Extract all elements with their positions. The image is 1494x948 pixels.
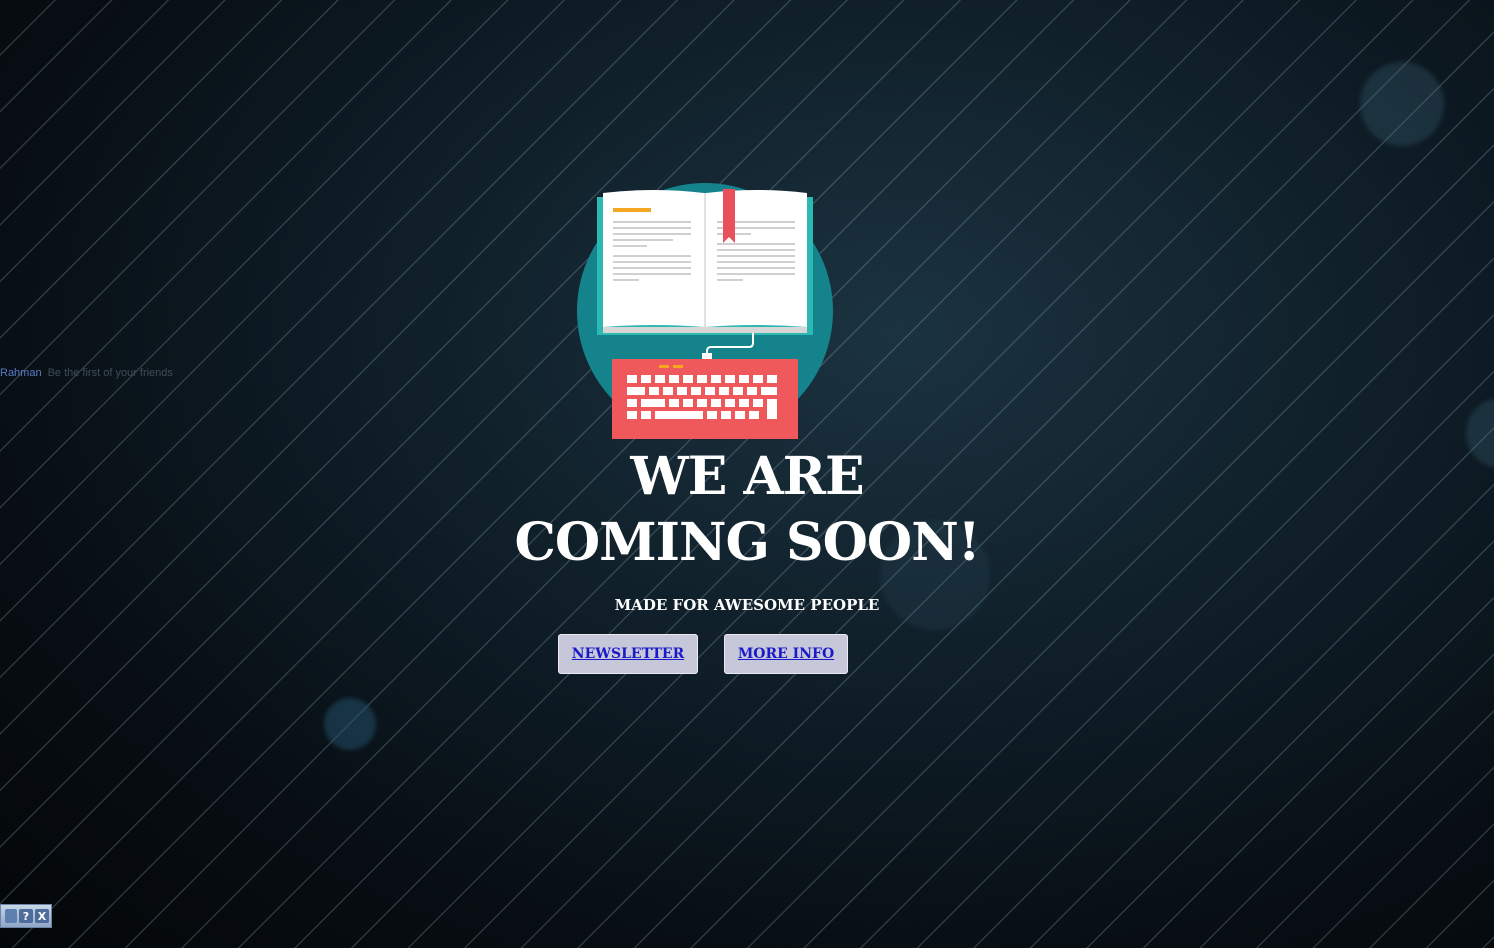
close-icon[interactable]: X (35, 909, 49, 923)
headline-line-1: WE ARE (630, 446, 864, 507)
bokeh-light (324, 698, 376, 750)
book-and-keyboard-icon (577, 183, 833, 439)
headline-line-2: COMING SOON! (514, 512, 980, 573)
facebook-ticker: Rahman Be the first of your friends (0, 367, 173, 379)
bokeh-light (1360, 62, 1444, 146)
subheadline: MADE FOR AWESOME PEOPLE (614, 596, 880, 614)
newsletter-button[interactable]: NEWSLETTER (558, 634, 698, 674)
ticker-text: Be the first of your friends (47, 367, 173, 379)
ticker-name-link[interactable]: Rahman (0, 367, 42, 379)
help-icon[interactable]: ? (19, 909, 33, 923)
more-info-button[interactable]: MORE INFO (724, 634, 848, 674)
toolbar-icon[interactable] (5, 909, 17, 923)
floating-toolbar-widget: ? X (0, 904, 52, 928)
